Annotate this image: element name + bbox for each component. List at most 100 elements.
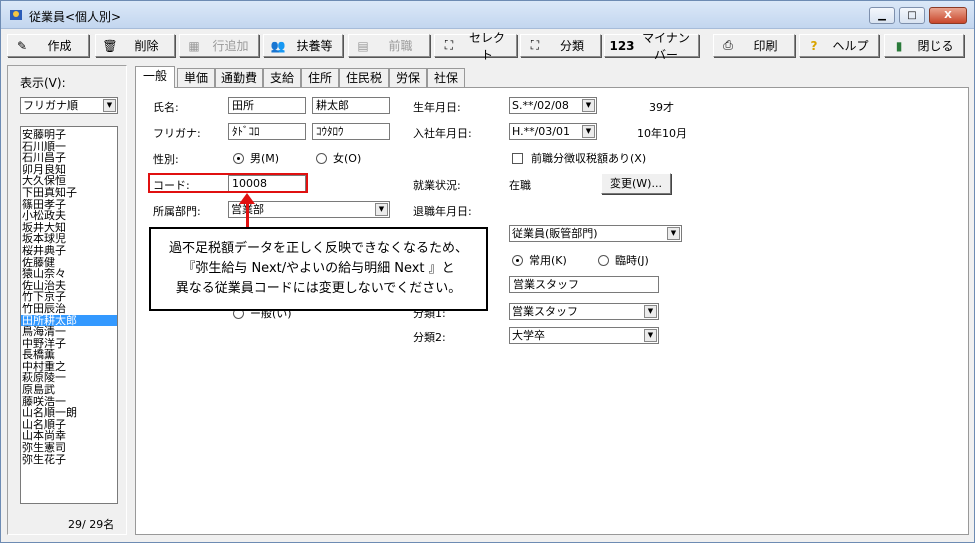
employee-list-item[interactable]: 山本尚幸 (21, 430, 117, 442)
employee-count: 29/ 29名 (68, 518, 115, 531)
employee-list-item[interactable]: 中村重之 (21, 361, 117, 373)
employee-list-item[interactable]: 安藤明子 (21, 129, 117, 141)
create-icon: ✎ (16, 38, 28, 53)
job-title-input[interactable]: 営業スタッフ (509, 276, 659, 293)
employee-list-item[interactable]: 竹下京子 (21, 291, 117, 303)
former-job-button[interactable]: ▤ 前職 (348, 34, 430, 57)
first-kana-input[interactable]: ｺｳﾀﾛｳ (312, 123, 390, 140)
chevron-down-icon: ▼ (667, 227, 680, 240)
create-button[interactable]: ✎ 作成 (7, 34, 89, 57)
employee-list-item[interactable]: 佐藤健 (21, 257, 117, 269)
mynumber-icon: 123 (609, 38, 635, 53)
employee-type-select[interactable]: 従業員(販管部門) ▼ (509, 225, 682, 242)
dependents-button[interactable]: 👥 扶養等 (263, 34, 343, 57)
tab-5[interactable]: 住民税 (339, 68, 389, 87)
chevron-down-icon: ▼ (375, 203, 388, 216)
select-button[interactable]: ⛶ セレクト (434, 31, 517, 62)
employee-list-item[interactable]: 鳥海清一 (21, 326, 117, 338)
tab-2[interactable]: 通勤費 (215, 68, 263, 87)
chevron-down-icon: ▼ (644, 305, 657, 318)
warning-callout: 過不足税額データを正しく反映できなくなるため、 『弥生給与 Next/やよいの給… (149, 227, 488, 311)
employee-list-item[interactable]: 桜井典子 (21, 245, 117, 257)
name-label: 氏名: (153, 101, 179, 114)
employee-list-item[interactable]: 石川順一 (21, 141, 117, 153)
door-icon: ▮ (895, 38, 903, 53)
people-icon: 👥 (270, 38, 286, 53)
employee-list-item[interactable]: 猿山奈々 (21, 268, 117, 280)
minimize-button[interactable]: ▁ (869, 7, 895, 24)
first-name-input[interactable]: 耕太郎 (312, 97, 390, 114)
employee-list-item[interactable]: 篠田孝子 (21, 199, 117, 211)
status-text: 在職 (509, 179, 531, 192)
dob-select[interactable]: S.**/02/08 ▼ (509, 97, 597, 114)
arrow-shaft (246, 201, 249, 229)
employee-list-item[interactable]: 中野洋子 (21, 338, 117, 350)
app-icon (10, 10, 22, 20)
prev-tax-checkbox[interactable]: 前職分徴収税額あり(X) (512, 150, 646, 166)
employee-list-item[interactable]: 佐山治夫 (21, 280, 117, 292)
age-text: 39才 (649, 101, 674, 114)
tab-3[interactable]: 支給 (263, 68, 301, 87)
maximize-button[interactable]: □ (899, 7, 925, 24)
delete-button[interactable]: 🗑 削除 (95, 34, 175, 57)
chevron-down-icon: ▼ (582, 99, 595, 112)
add-row-button[interactable]: ▦ 行追加 (179, 34, 259, 57)
code-highlight-box (148, 173, 308, 193)
temporary-radio[interactable]: 臨時(J) (598, 252, 649, 268)
employee-list-item[interactable]: 萩原陵一 (21, 372, 117, 384)
retire-label: 退職年月日: (413, 205, 472, 218)
change-button[interactable]: 変更(W)... (601, 173, 671, 194)
radio-icon (316, 152, 327, 164)
tab-7[interactable]: 社保 (427, 68, 465, 87)
employee-list-item[interactable]: 田所耕太郎 (21, 314, 117, 327)
employee-list-item[interactable]: 石川昌子 (21, 152, 117, 164)
status-label: 就業状況: (413, 179, 461, 192)
sort-select[interactable]: フリガナ順 ▼ (20, 97, 118, 114)
employee-list-item[interactable]: 坂本球児 (21, 233, 117, 245)
employee-list-item[interactable]: 大久保恒 (21, 175, 117, 187)
female-radio[interactable]: 女(O) (316, 150, 361, 166)
employee-list-item[interactable]: 原島武 (21, 384, 117, 396)
employee-list-item[interactable]: 山名順子 (21, 419, 117, 431)
employee-list[interactable]: 安藤明子 石川順一 石川昌子 卯月良知 大久保恒 下田真知子 篠田孝子 小松政夫 坂井大知 坂本球… (20, 126, 118, 504)
trash-icon: 🗑 (102, 38, 118, 53)
mynumber-button[interactable]: 123 マイナンバー (604, 31, 699, 62)
close-window-button[interactable]: X (929, 7, 967, 24)
printer-icon: ⎙ (723, 38, 733, 52)
category-icon: ⛶ (530, 38, 540, 52)
tenure-text: 10年10月 (637, 127, 687, 140)
toolbar: ✎ 作成 🗑 削除 ▦ 行追加 👥 扶養等 ▤ 前職 ⛶ セレクト ⛶ 分類 123 マイナンバ… (1, 29, 974, 62)
tab-4[interactable]: 住所 (301, 68, 339, 87)
employee-list-item[interactable]: 藤咲浩一 (21, 396, 117, 408)
radio-selected-icon (512, 254, 523, 266)
cat2-select[interactable]: 大学卒 ▼ (509, 327, 659, 344)
employee-list-item[interactable]: 小松政夫 (21, 210, 117, 222)
cat1-select[interactable]: 営業スタッフ ▼ (509, 303, 659, 320)
employee-list-item[interactable]: 山名順一朗 (21, 407, 117, 419)
employee-list-item[interactable]: 竹田辰治 (21, 303, 117, 315)
main-window: 従業員<個人別> ▁ □ X ✎ 作成 🗑 削除 ▦ 行追加 👥 扶養等 ▤ 前職 ⛶ セレ… (0, 0, 975, 543)
last-kana-input[interactable]: ﾀﾄﾞｺﾛ (228, 123, 306, 140)
tab-0[interactable]: 一般 (135, 66, 175, 88)
select-icon: ⛶ (444, 38, 454, 52)
employee-list-item[interactable]: 弥生花子 (21, 454, 117, 466)
employee-list-item[interactable]: 弥生憲司 (21, 442, 117, 454)
hire-select[interactable]: H.**/03/01 ▼ (509, 123, 597, 140)
kana-label: フリガナ: (153, 127, 201, 140)
regular-radio[interactable]: 常用(K) (512, 252, 567, 268)
tab-1[interactable]: 単価 (177, 68, 215, 87)
male-radio[interactable]: 男(M) (233, 150, 279, 166)
category-button[interactable]: ⛶ 分類 (520, 34, 601, 57)
employee-list-item[interactable]: 下田真知子 (21, 187, 117, 199)
print-button[interactable]: ⎙ 印刷 (713, 34, 795, 57)
chevron-down-icon: ▼ (582, 125, 595, 138)
close-button[interactable]: ▮ 閉じる (884, 34, 964, 57)
document-icon: ▤ (357, 38, 369, 53)
cat2-label: 分類2: (413, 331, 446, 344)
employee-list-item[interactable]: 長橋薫 (21, 349, 117, 361)
last-name-input[interactable]: 田所 (228, 97, 306, 114)
tab-6[interactable]: 労保 (389, 68, 427, 87)
employee-list-item[interactable]: 坂井大知 (21, 222, 117, 234)
help-button[interactable]: ? ヘルプ (799, 34, 879, 57)
employee-list-item[interactable]: 卯月良知 (21, 164, 117, 176)
